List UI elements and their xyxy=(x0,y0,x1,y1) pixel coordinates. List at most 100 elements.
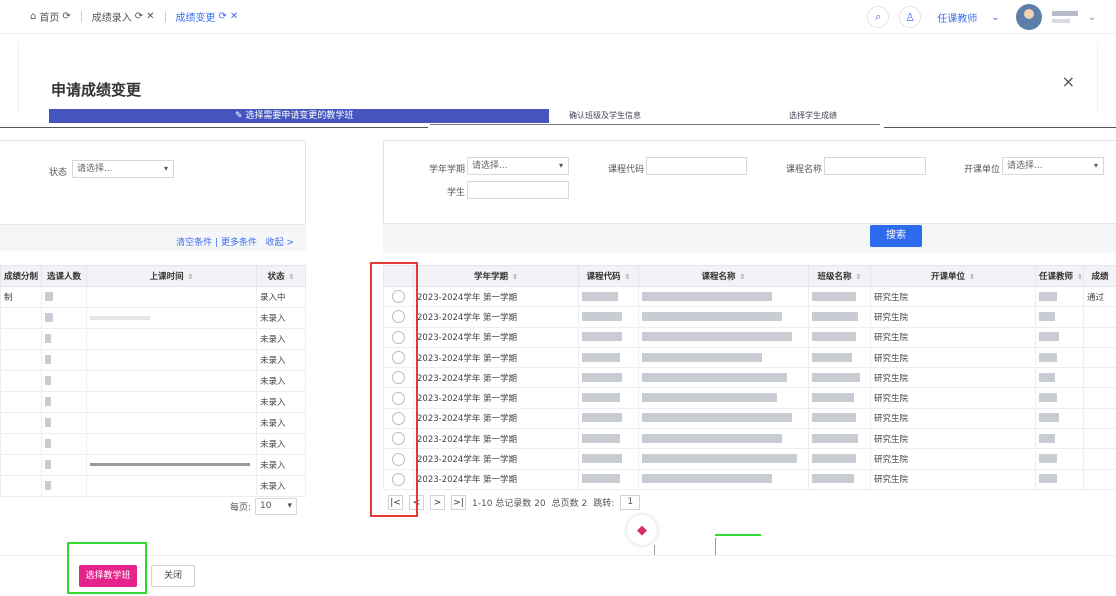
per-page-select[interactable]: 10 ▾ xyxy=(255,498,298,515)
left-filter-panel: 状态 请选择... ▾ 清空条件 | 更多条件 收起 > xyxy=(0,140,306,251)
table-row[interactable]: 未录入 xyxy=(0,433,306,455)
sort-icon[interactable]: ⇕ xyxy=(512,273,518,281)
table-row[interactable]: 未录入 xyxy=(0,454,306,476)
table-row[interactable]: 未录入 xyxy=(0,412,306,434)
table-row[interactable]: 未录入 xyxy=(0,370,306,392)
table-row[interactable]: 未录入 xyxy=(0,307,306,329)
refresh-icon[interactable]: ⟳ xyxy=(62,11,70,22)
redacted-block xyxy=(582,413,622,423)
search-button[interactable]: 搜索 xyxy=(870,225,922,247)
cell-teacher xyxy=(1035,346,1084,369)
cell-course-code xyxy=(578,306,639,328)
close-button[interactable]: 关闭 xyxy=(151,565,195,587)
cell-class-name xyxy=(808,407,871,430)
table-row[interactable]: 2023-2024学年 第一学期 研究生院 通过 xyxy=(383,285,1116,308)
col-time[interactable]: 上课时间 ⇕ xyxy=(86,265,258,287)
avatar[interactable] xyxy=(1015,4,1042,30)
close-icon[interactable]: ✕ xyxy=(230,11,238,22)
role-selector[interactable]: 任课教师 ⌄ xyxy=(931,10,1005,25)
col-status[interactable]: 状态 ⇕ xyxy=(256,265,306,287)
course-code-input[interactable] xyxy=(646,157,747,175)
redacted-block xyxy=(582,372,622,382)
table-row[interactable]: 2023-2024学年 第一学期 研究生院 xyxy=(383,407,1116,430)
last-page-icon[interactable]: >| xyxy=(451,495,466,510)
col-term[interactable]: 学年学期 ⇕ xyxy=(413,265,579,287)
refresh-icon[interactable]: ⟳ xyxy=(219,11,227,22)
sort-icon[interactable]: ⇕ xyxy=(856,273,862,281)
table-row[interactable]: 2023-2024学年 第一学期 研究生院 xyxy=(383,387,1116,409)
unit-select[interactable]: 请选择... ▾ xyxy=(1002,157,1104,175)
close-icon[interactable]: × xyxy=(1062,72,1075,91)
table-row[interactable]: 2023-2024学年 第一学期 研究生院 xyxy=(383,448,1116,470)
cell-score xyxy=(1083,387,1116,409)
table-row[interactable]: 未录入 xyxy=(0,475,306,497)
tab-score-change[interactable]: 成绩变更 ⟳ ✕ xyxy=(176,9,239,24)
table-row[interactable]: 未录入 xyxy=(0,391,306,413)
tab-score-change-label: 成绩变更 xyxy=(175,13,216,24)
table-row[interactable]: 2023-2024学年 第一学期 研究生院 xyxy=(383,346,1116,369)
unit-label: 开课单位 xyxy=(964,165,1001,175)
left-filter-footer: 清空条件 | 更多条件 收起 > xyxy=(0,224,306,251)
cell-course-code xyxy=(578,326,639,348)
tab-score-entry[interactable]: 成绩录入 ⟳ ✕ xyxy=(92,9,155,24)
col-teacher[interactable]: 任课教师 ⇕ xyxy=(1035,265,1084,287)
col-class-name[interactable]: 班级名称 ⇕ xyxy=(808,265,871,287)
cell-enrolled xyxy=(41,370,88,392)
cell-score xyxy=(1083,306,1116,328)
course-name-input[interactable] xyxy=(824,157,926,175)
col-course-code[interactable]: 课程代码 ⇕ xyxy=(578,265,639,287)
cell-time xyxy=(86,391,258,413)
col-scheme[interactable]: 成绩分制 xyxy=(0,265,43,287)
cell-time xyxy=(86,412,258,434)
pager-jump-input[interactable]: 1 xyxy=(620,495,641,510)
col-score[interactable]: 成绩 xyxy=(1083,265,1116,287)
modal-header: 申请成绩变更 × xyxy=(18,42,1098,114)
refresh-icon[interactable]: ⟳ xyxy=(135,11,143,22)
table-row[interactable]: 未录入 xyxy=(0,349,306,371)
more-filters-link[interactable]: 更多条件 xyxy=(221,238,257,248)
table-row[interactable]: 2023-2024学年 第一学期 研究生院 xyxy=(383,468,1116,490)
per-page-control: 每页: 10 ▾ xyxy=(230,498,298,515)
search-icon[interactable]: ⌕ xyxy=(867,6,890,28)
close-icon[interactable]: ✕ xyxy=(146,11,154,22)
status-select[interactable]: 请选择... ▾ xyxy=(72,160,174,178)
tab-divider xyxy=(80,11,82,22)
table-row[interactable]: 2023-2024学年 第一学期 研究生院 xyxy=(383,367,1116,389)
next-page-icon[interactable]: > xyxy=(430,495,445,510)
cell-course-name xyxy=(638,407,809,430)
sort-icon[interactable]: ⇕ xyxy=(625,273,631,281)
term-select[interactable]: 请选择... ▾ xyxy=(467,157,569,175)
col-unit[interactable]: 开课单位 ⇕ xyxy=(870,265,1036,287)
cell-class-name xyxy=(808,306,871,328)
shirt-icon[interactable]: ♙ xyxy=(899,6,922,28)
table-row[interactable]: 2023-2024学年 第一学期 研究生院 xyxy=(383,428,1116,450)
cell-status: 未录入 xyxy=(256,433,306,455)
cell-enrolled xyxy=(41,307,88,329)
student-input[interactable] xyxy=(467,181,569,199)
table-row[interactable]: 制 录入中 xyxy=(0,286,306,308)
table-header-row: 成绩分制 选课人数 上课时间 ⇕ 状态 ⇕ xyxy=(0,265,306,287)
chevron-down-icon[interactable]: ⌄ xyxy=(1088,12,1096,23)
collapse-link[interactable]: 收起 > xyxy=(266,238,294,248)
tab-home[interactable]: ⌂ 首页 ⟳ xyxy=(30,9,71,24)
col-enrolled[interactable]: 选课人数 xyxy=(41,265,88,287)
cell-enrolled xyxy=(41,391,88,413)
cell-enrolled xyxy=(41,286,88,308)
table-row[interactable]: 2023-2024学年 第一学期 研究生院 xyxy=(383,306,1116,328)
sort-icon[interactable]: ⇕ xyxy=(740,273,746,281)
redacted-block xyxy=(812,352,852,362)
cell-status: 录入中 xyxy=(256,286,306,308)
sort-icon[interactable]: ⇕ xyxy=(188,273,194,281)
status-select-value: 请选择... xyxy=(77,164,113,174)
layers-icon[interactable]: ◆ xyxy=(627,515,657,545)
sort-icon[interactable]: ⇕ xyxy=(289,273,295,281)
table-row[interactable]: 未录入 xyxy=(0,328,306,350)
course-name-label: 课程名称 xyxy=(786,165,823,175)
clear-filters-link[interactable]: 清空条件 xyxy=(176,238,212,248)
col-course-name[interactable]: 课程名称 ⇕ xyxy=(638,265,809,287)
redacted-block xyxy=(1039,454,1057,464)
table-row[interactable]: 2023-2024学年 第一学期 研究生院 xyxy=(383,326,1116,348)
sort-icon[interactable]: ⇕ xyxy=(969,273,975,281)
sort-icon[interactable]: ⇕ xyxy=(1077,273,1082,281)
role-label: 任课教师 xyxy=(937,13,978,25)
